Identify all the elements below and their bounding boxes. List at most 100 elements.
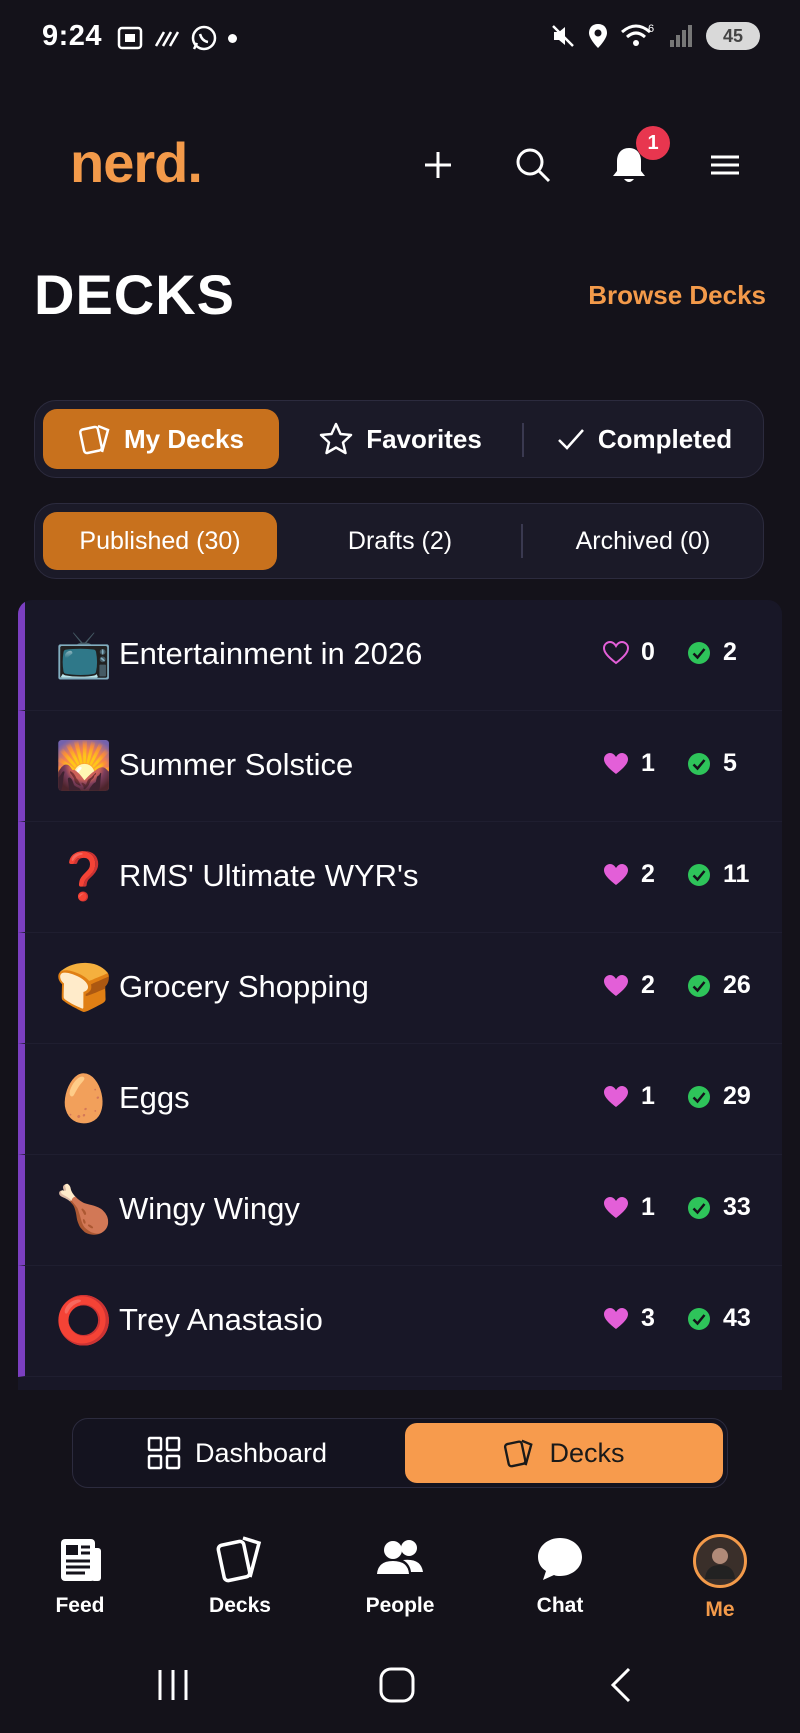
hamburger-menu-icon: [711, 155, 739, 175]
tab-archived[interactable]: Archived (0): [529, 512, 757, 570]
whatsapp-icon: [191, 25, 217, 51]
check-circle-icon: [688, 1196, 710, 1219]
deck-row[interactable]: 📺 Entertainment in 2026 0 2: [18, 600, 782, 711]
tab-label: People: [365, 1594, 435, 1617]
deck-likes: 2: [603, 860, 655, 889]
home-button[interactable]: [372, 1662, 422, 1708]
cards-icon: [504, 1439, 534, 1468]
tab-label: Me: [705, 1598, 735, 1621]
deck-likes: 2: [603, 971, 655, 1000]
deck-emoji: ❓: [55, 850, 113, 902]
dashboard-label: Dashboard: [194, 1437, 328, 1468]
deck-completions: 29: [687, 1082, 751, 1111]
deck-emoji: ⭕: [55, 1294, 113, 1346]
page-title: DECKS: [34, 263, 236, 326]
search-button[interactable]: [510, 142, 556, 188]
completions-count: 26: [723, 971, 751, 999]
deck-title: Grocery Shopping: [119, 969, 369, 1004]
publish-status-tabs: Published (30) Drafts (2) Archived (0): [34, 503, 764, 579]
dashboard-button[interactable]: Dashboard: [77, 1423, 397, 1483]
decks-label: Decks: [549, 1437, 625, 1468]
heart-filled-icon: [604, 1085, 628, 1107]
likes-count: 1: [641, 1193, 655, 1221]
tab-people[interactable]: People: [340, 1534, 460, 1618]
avatar: [693, 1534, 747, 1588]
screenshot-icon: [117, 26, 143, 50]
heart-filled-icon: [604, 974, 628, 996]
user-avatar-icon: [705, 1548, 735, 1579]
dot-icon: [228, 33, 237, 43]
likes-count: 1: [641, 1082, 655, 1110]
grid-icon: [147, 1436, 181, 1470]
deck-row[interactable]: 🍗 Wingy Wingy 1 33: [18, 1155, 782, 1266]
deck-list: 📺 Entertainment in 2026 0 2 🌄 Summer Sol…: [18, 600, 782, 1390]
signal-slash-icon: [154, 31, 180, 47]
tab-label: Completed: [597, 423, 733, 454]
cell-signal-icon: [670, 25, 692, 47]
star-icon: [319, 422, 353, 455]
home-icon: [379, 1667, 415, 1703]
tab-me[interactable]: Me: [660, 1534, 780, 1622]
deck-emoji: 🍗: [55, 1183, 113, 1235]
tab-label: Favorites: [366, 423, 482, 454]
deck-filter-tabs: My Decks Favorites Completed: [34, 400, 764, 478]
completions-count: 29: [723, 1082, 751, 1110]
tab-feed[interactable]: Feed: [20, 1534, 140, 1618]
decks-switch-button[interactable]: Decks: [405, 1423, 723, 1483]
likes-count: 2: [641, 860, 655, 888]
completions-count: 2: [723, 638, 737, 666]
tab-divider: [522, 423, 524, 457]
tab-completed[interactable]: Completed: [530, 409, 758, 469]
check-circle-icon: [688, 863, 710, 886]
likes-count: 0: [641, 638, 655, 666]
likes-count: 3: [641, 1304, 655, 1332]
browse-decks-link[interactable]: Browse Decks: [588, 280, 766, 311]
deck-likes: 1: [603, 749, 655, 778]
location-icon: [589, 24, 607, 48]
app-logo[interactable]: nerd.: [70, 130, 203, 195]
deck-completions: 33: [687, 1193, 751, 1222]
tab-divider: [521, 524, 523, 558]
chat-icon: [538, 1538, 582, 1580]
heart-filled-icon: [604, 752, 628, 774]
battery-indicator: 45: [706, 22, 760, 50]
mute-icon: [552, 25, 574, 47]
tab-published[interactable]: Published (30): [43, 512, 277, 570]
back-button[interactable]: [596, 1662, 646, 1708]
deck-row[interactable]: 🌄 Summer Solstice 1 5: [18, 711, 782, 822]
back-icon: [610, 1667, 631, 1703]
heart-filled-icon: [604, 863, 628, 885]
deck-row[interactable]: ⭕ Trey Anastasio 3 43: [18, 1266, 782, 1377]
battery-level: 45: [722, 25, 744, 46]
tab-decks[interactable]: Decks: [180, 1534, 300, 1618]
deck-row[interactable]: ❓ RMS' Ultimate WYR's 2 11: [18, 822, 782, 933]
completions-count: 43: [723, 1304, 751, 1332]
tab-label: Decks: [209, 1594, 271, 1617]
recent-apps-button[interactable]: [148, 1662, 198, 1708]
heart-filled-icon: [604, 1196, 628, 1218]
menu-button[interactable]: [702, 142, 748, 188]
tab-label: Archived (0): [575, 526, 711, 555]
deck-row[interactable]: 🍞 Grocery Shopping 2 26: [18, 933, 782, 1044]
deck-title: Entertainment in 2026: [119, 636, 423, 671]
tab-drafts[interactable]: Drafts (2): [285, 512, 515, 570]
add-button[interactable]: [415, 142, 461, 188]
deck-emoji: 📺: [55, 628, 113, 680]
tab-my-decks[interactable]: My Decks: [43, 409, 279, 469]
tab-favorites[interactable]: Favorites: [285, 409, 515, 469]
tab-label: Published (30): [79, 526, 241, 555]
search-icon: [516, 148, 551, 183]
bottom-tab-bar: Feed Decks People Chat Me: [0, 1520, 800, 1630]
deck-row[interactable]: 🥚 Eggs 1 29: [18, 1044, 782, 1155]
deck-title: Summer Solstice: [119, 747, 354, 782]
tab-chat[interactable]: Chat: [500, 1534, 620, 1618]
completions-count: 33: [723, 1193, 751, 1221]
deck-completions: 11: [687, 860, 749, 889]
deck-completions: 5: [687, 749, 737, 778]
deck-completions: 43: [687, 1304, 751, 1333]
heart-outline-icon: [603, 640, 629, 664]
plus-icon: [425, 152, 451, 178]
completions-count: 5: [723, 749, 737, 777]
deck-likes: 3: [603, 1304, 655, 1333]
tab-label: Feed: [55, 1594, 105, 1617]
